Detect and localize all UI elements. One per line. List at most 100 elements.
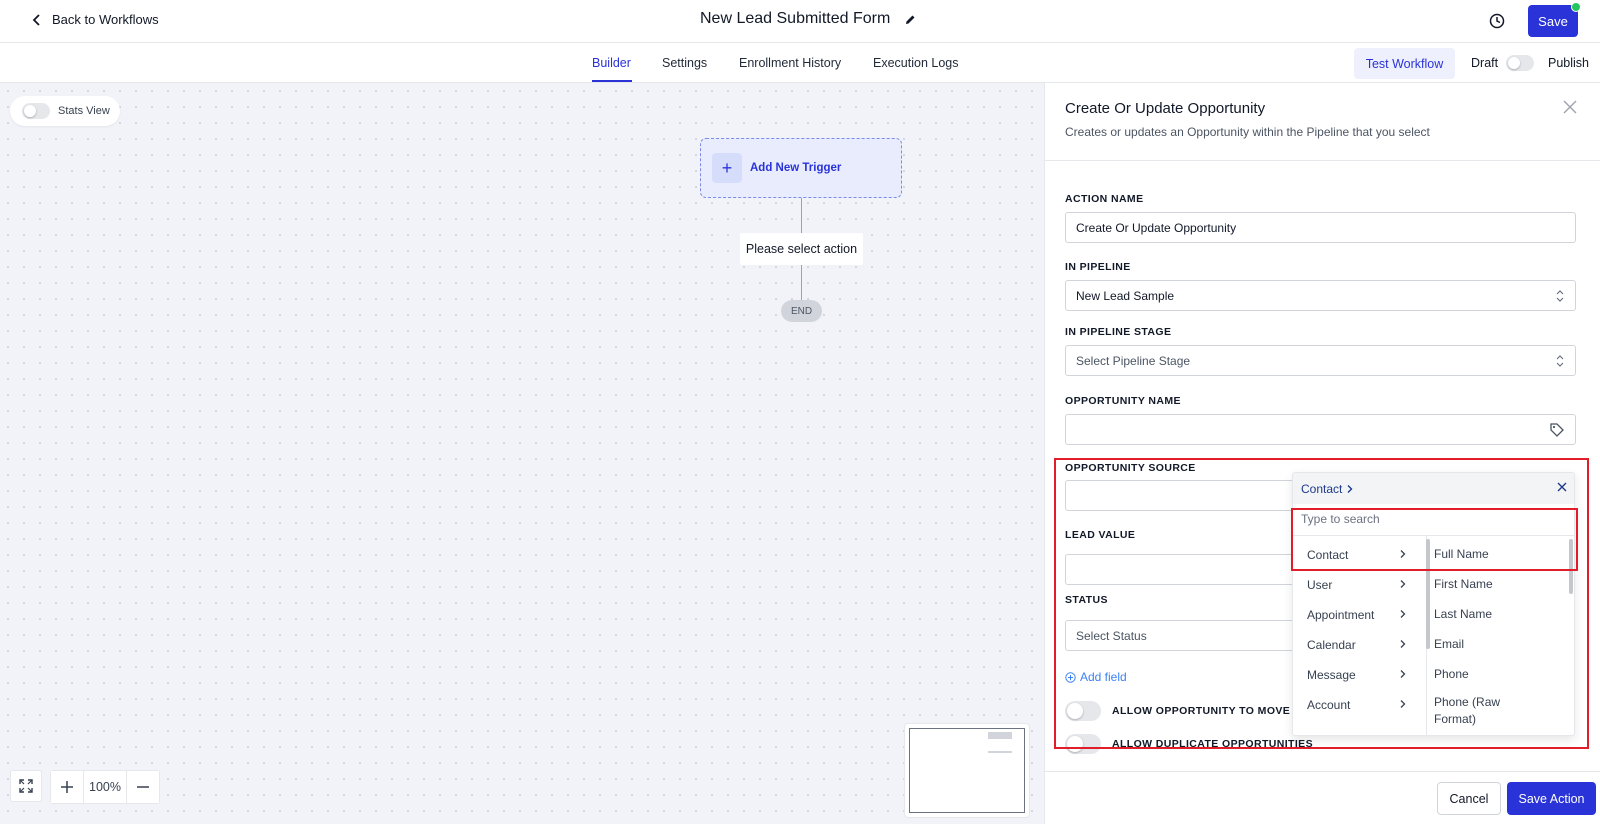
add-new-trigger-node[interactable]: + Add New Trigger [700, 138, 902, 198]
chevron-right-icon [1400, 610, 1406, 618]
category-item-message[interactable]: Message [1307, 668, 1406, 682]
status-select[interactable]: Select Status [1065, 620, 1295, 651]
dropdown-header: Contact [1293, 473, 1574, 504]
field-item-phone[interactable]: Phone [1434, 666, 1554, 683]
minimap-block [988, 751, 1012, 753]
test-workflow-button[interactable]: Test Workflow [1354, 48, 1455, 79]
save-button[interactable]: Save [1528, 5, 1578, 37]
field-item-full-name[interactable]: Full Name [1434, 546, 1554, 563]
allow-move-row: ALLOW OPPORTUNITY TO MOVE T [1065, 701, 1300, 721]
category-item-contact[interactable]: Contact [1307, 548, 1406, 562]
action-name-input[interactable]: Create Or Update Opportunity [1065, 212, 1576, 243]
tab-enrollment-history[interactable]: Enrollment History [739, 56, 841, 70]
category-label: Contact [1307, 548, 1349, 562]
workflow-title: New Lead Submitted Form [700, 10, 891, 27]
category-label: User [1307, 578, 1333, 592]
contact-field-list: Full Name First Name Last Name Email Pho… [1434, 536, 1569, 735]
zoom-in-button[interactable] [51, 771, 83, 803]
panel-subtitle: Creates or updates an Opportunity within… [1065, 125, 1430, 139]
allow-move-label: ALLOW OPPORTUNITY TO MOVE T [1112, 705, 1301, 717]
chevron-right-icon [1400, 550, 1406, 558]
close-icon[interactable] [1556, 481, 1568, 493]
field-item-email[interactable]: Email [1434, 636, 1554, 653]
tabs-row: Builder Settings Enrollment History Exec… [0, 43, 1600, 83]
close-icon[interactable] [1563, 100, 1577, 114]
toggle-knob [1067, 703, 1083, 719]
add-field-link[interactable]: Add field [1065, 670, 1127, 684]
zoom-level: 100% [83, 771, 127, 803]
minimap-block [988, 732, 1012, 739]
publish-toggle[interactable] [1506, 55, 1534, 71]
field-item-first-name[interactable]: First Name [1434, 576, 1554, 593]
select-arrows-icon [1556, 355, 1564, 367]
chevron-right-icon [1400, 580, 1406, 588]
dropdown-breadcrumb[interactable]: Contact [1301, 482, 1342, 496]
plus-circle-icon [1065, 671, 1076, 683]
category-label: Message [1307, 668, 1356, 682]
publish-label: Publish [1548, 56, 1589, 70]
tab-builder[interactable]: Builder [592, 56, 631, 70]
pipeline-select[interactable]: New Lead Sample [1065, 280, 1576, 311]
dropdown-search-input[interactable]: Type to search [1301, 512, 1380, 526]
save-action-button[interactable]: Save Action [1507, 782, 1596, 815]
opportunity-name-input[interactable] [1065, 414, 1576, 445]
pipeline-value: New Lead Sample [1076, 288, 1175, 303]
category-label: Appointment [1307, 608, 1375, 622]
draft-label: Draft [1471, 56, 1499, 70]
tag-icon[interactable] [1549, 422, 1565, 438]
category-scrollbar[interactable] [1426, 539, 1430, 649]
allow-move-toggle[interactable] [1065, 701, 1101, 721]
status-placeholder: Select Status [1076, 628, 1147, 643]
panel-title: Create Or Update Opportunity [1065, 100, 1266, 117]
field-item-phone-raw[interactable]: Phone (Raw Format) [1434, 694, 1504, 728]
tab-settings[interactable]: Settings [662, 56, 707, 70]
category-item-calendar[interactable]: Calendar [1307, 638, 1406, 652]
field-scrollbar[interactable] [1569, 539, 1573, 594]
connector-line [801, 265, 802, 300]
history-icon[interactable] [1488, 12, 1506, 30]
pencil-icon[interactable] [904, 13, 917, 26]
tab-execution-logs[interactable]: Execution Logs [873, 56, 958, 70]
opportunity-source-input[interactable] [1065, 480, 1295, 511]
stats-view-toggle[interactable] [22, 103, 50, 119]
add-field-label: Add field [1080, 670, 1127, 684]
minimap[interactable] [904, 723, 1030, 818]
plus-icon [61, 781, 73, 793]
pipeline-stage-select[interactable]: Select Pipeline Stage [1065, 345, 1576, 376]
category-item-account[interactable]: Account [1307, 698, 1406, 712]
select-action-node[interactable]: Please select action [740, 233, 863, 265]
back-to-workflows-link[interactable]: Back to Workflows [30, 12, 159, 27]
lead-value-label: LEAD VALUE [1065, 529, 1136, 541]
toggle-knob [1067, 736, 1083, 752]
fit-view-button[interactable] [10, 770, 42, 802]
workflow-canvas[interactable]: Stats View + Add New Trigger Please sele… [0, 83, 1044, 824]
category-item-appointment[interactable]: Appointment [1307, 608, 1406, 622]
zoom-out-button[interactable] [127, 771, 159, 803]
allow-duplicate-row: ALLOW DUPLICATE OPPORTUNITIES [1065, 734, 1313, 754]
stats-view-control: Stats View [10, 96, 120, 126]
custom-values-dropdown: Contact Type to search Contact User Appo… [1292, 472, 1575, 736]
pipeline-stage-label: IN PIPELINE STAGE [1065, 326, 1172, 338]
chevron-right-icon [1400, 670, 1406, 678]
chevron-left-icon [32, 13, 40, 26]
cancel-button[interactable]: Cancel [1437, 782, 1501, 815]
lead-value-input[interactable] [1065, 554, 1295, 585]
allow-duplicate-toggle[interactable] [1065, 734, 1101, 754]
back-label: Back to Workflows [52, 12, 159, 27]
minimap-viewport [909, 728, 1025, 813]
field-item-last-name[interactable]: Last Name [1434, 606, 1554, 623]
category-item-user[interactable]: User [1307, 578, 1406, 592]
opportunity-name-label: OPPORTUNITY NAME [1065, 395, 1181, 407]
add-trigger-label: Add New Trigger [750, 162, 842, 174]
workflow-title-group: New Lead Submitted Form [700, 10, 917, 28]
expand-icon [19, 779, 33, 793]
category-label: Account [1307, 698, 1351, 712]
chevron-right-icon [1400, 640, 1406, 648]
top-bar: Back to Workflows New Lead Submitted For… [0, 0, 1600, 43]
status-label: STATUS [1065, 594, 1108, 606]
connector-line [801, 198, 802, 233]
unsaved-indicator-dot [1571, 2, 1581, 12]
category-label: Calendar [1307, 638, 1356, 652]
end-node: END [781, 300, 822, 322]
action-name-label: ACTION NAME [1065, 193, 1144, 205]
